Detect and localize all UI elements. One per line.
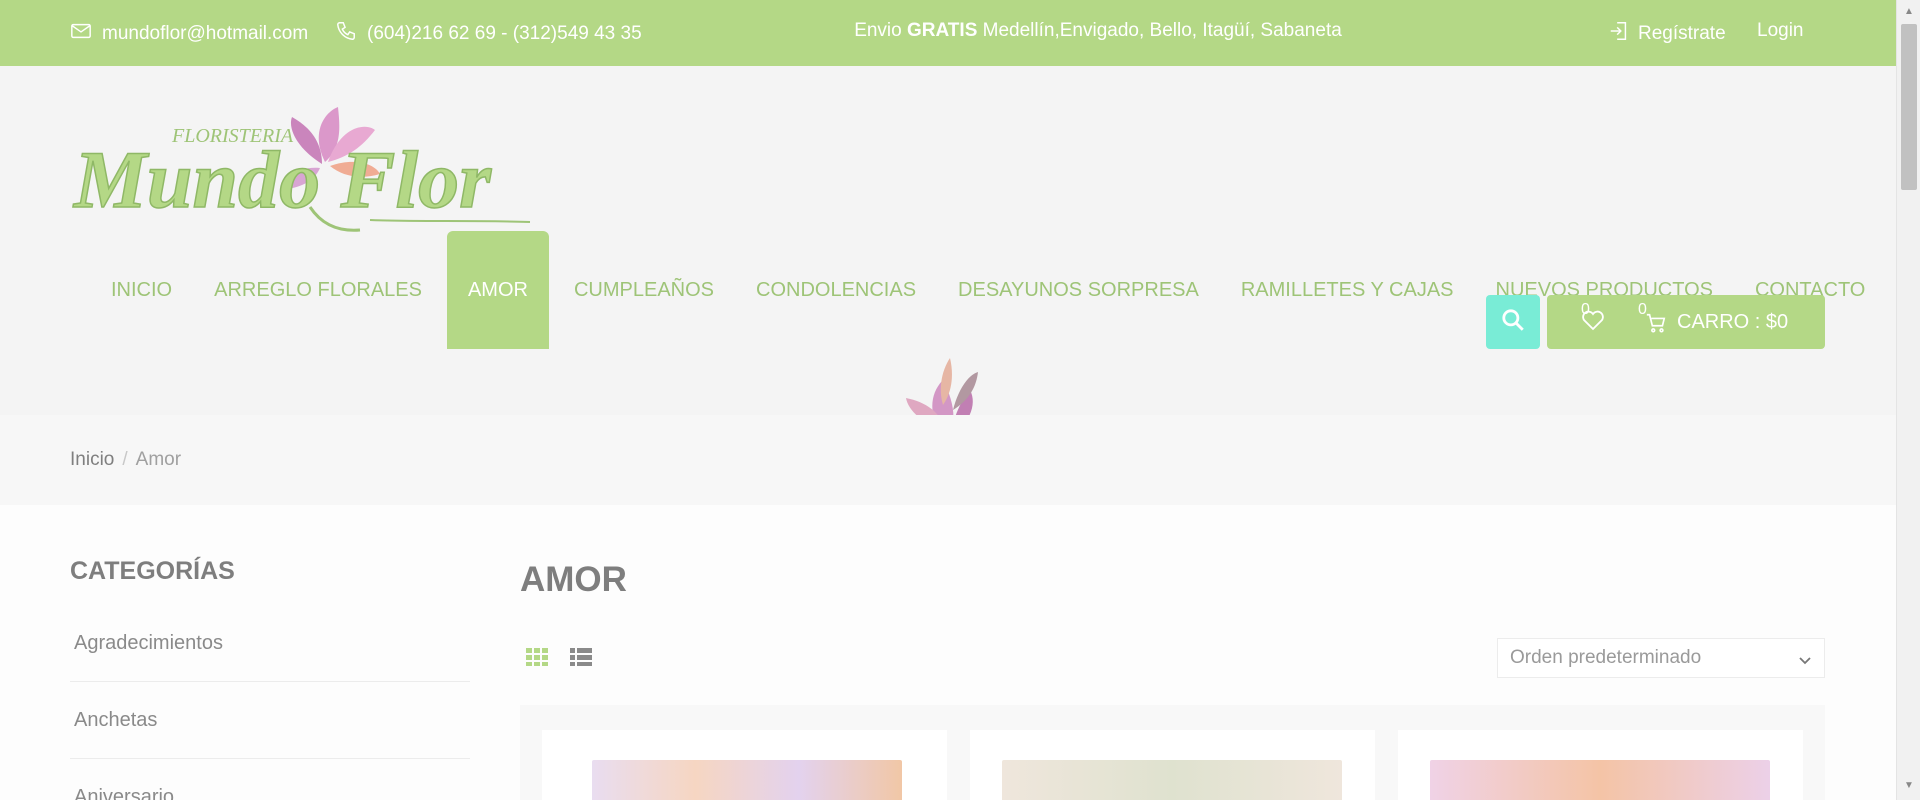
- nav-amor[interactable]: AMOR: [446, 231, 549, 349]
- nav-inicio[interactable]: INICIO: [90, 231, 193, 349]
- svg-text:Mundo Flor: Mundo Flor: [72, 134, 492, 225]
- mundoflor-logo[interactable]: FLORISTERIA Mundo Flor: [70, 102, 535, 242]
- sign-in-icon: [1608, 20, 1630, 48]
- promo-suffix: Medellín,Envigado, Bello, Itagüí, Sabane…: [977, 20, 1342, 41]
- promo-prefix: Envio: [854, 20, 907, 41]
- category-agradecimientos[interactable]: Agradecimientos: [70, 605, 470, 682]
- login-link[interactable]: Login: [1757, 20, 1804, 42]
- category-aniversario[interactable]: Aniversario: [70, 759, 470, 800]
- cart-widget[interactable]: 0 0 CARRO : $0: [1547, 295, 1825, 349]
- product-card[interactable]: [542, 730, 947, 800]
- scroll-down-arrow-icon[interactable]: ▼: [1904, 780, 1914, 791]
- content-area: CATEGORÍAS Agradecimientos Anchetas Aniv…: [0, 505, 1896, 800]
- list-view-icon[interactable]: [570, 648, 592, 671]
- product-card[interactable]: [970, 730, 1375, 800]
- page-scrollbar[interactable]: ▲ ▼: [1896, 0, 1920, 800]
- breadcrumb: Inicio / Amor: [70, 449, 181, 471]
- heart-icon[interactable]: [1581, 309, 1605, 337]
- nav-arreglo-florales[interactable]: ARREGLO FLORALES: [193, 231, 443, 349]
- category-list: Agradecimientos Anchetas Aniversario: [70, 605, 470, 800]
- chevron-down-icon: [1798, 651, 1812, 673]
- product-card[interactable]: [1398, 730, 1803, 800]
- nav-condolencias[interactable]: CONDOLENCIAS: [735, 231, 937, 349]
- nav-desayunos-sorpresa[interactable]: DESAYUNOS SORPRESA: [937, 231, 1220, 349]
- search-icon: [1500, 307, 1526, 338]
- top-bar: mundoflor@hotmail.com (604)216 62 69 - (…: [0, 0, 1896, 66]
- register-link[interactable]: Regístrate: [1608, 20, 1726, 48]
- nav-ramilletes-y-cajas[interactable]: RAMILLETES Y CAJAS: [1220, 231, 1475, 349]
- product-image[interactable]: [592, 760, 902, 800]
- grid-view-icon[interactable]: [526, 648, 548, 671]
- product-image[interactable]: [1002, 760, 1342, 800]
- categories-title: CATEGORÍAS: [70, 557, 235, 585]
- breadcrumb-separator: /: [122, 449, 128, 470]
- breadcrumb-current: Amor: [135, 449, 182, 470]
- sort-selected: Orden predeterminado: [1510, 647, 1702, 668]
- cart-total-label: CARRO : $0: [1677, 311, 1789, 333]
- product-grid: [520, 705, 1825, 800]
- scroll-up-arrow-icon[interactable]: ▲: [1904, 6, 1914, 17]
- nav-cumpleanos[interactable]: CUMPLEAÑOS: [553, 231, 735, 349]
- scrollbar-thumb[interactable]: [1901, 24, 1917, 190]
- cart-icon[interactable]: [1645, 312, 1667, 340]
- category-anchetas[interactable]: Anchetas: [70, 682, 470, 759]
- breadcrumb-bar: Inicio / Amor: [0, 415, 1896, 505]
- product-image[interactable]: [1430, 760, 1770, 800]
- breadcrumb-home[interactable]: Inicio: [70, 449, 114, 470]
- page-title: AMOR: [520, 560, 627, 599]
- sort-dropdown[interactable]: Orden predeterminado: [1497, 638, 1825, 678]
- register-label: Regístrate: [1638, 23, 1726, 44]
- search-button[interactable]: [1486, 295, 1540, 349]
- promo-bold: GRATIS: [907, 20, 978, 41]
